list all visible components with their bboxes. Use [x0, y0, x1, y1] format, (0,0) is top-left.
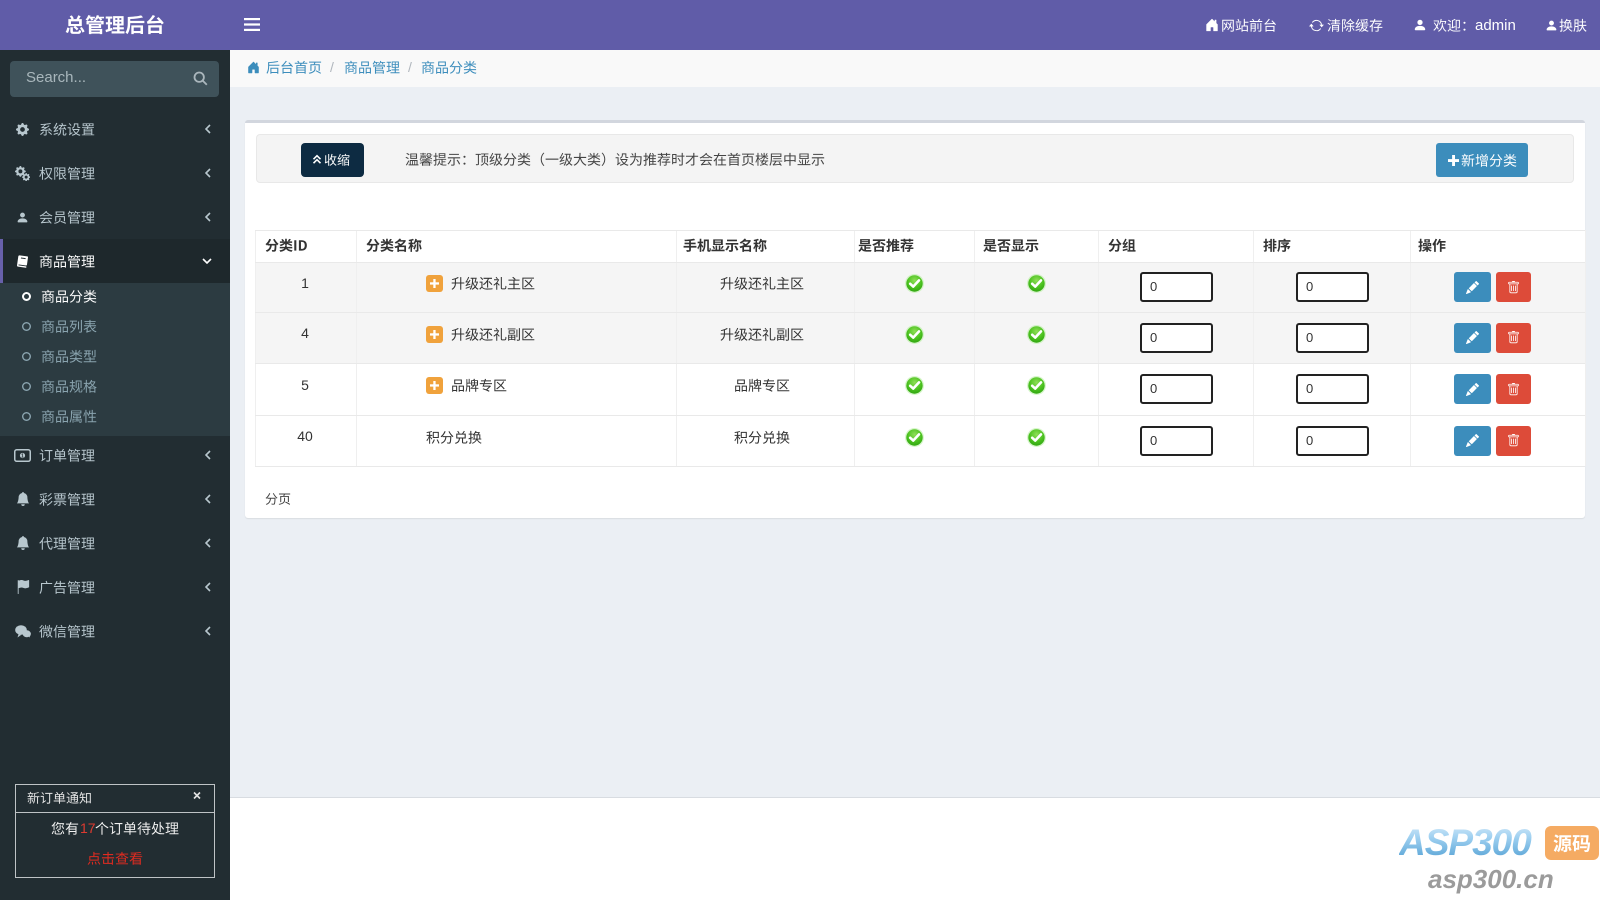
svg-text:1: 1 — [21, 453, 24, 459]
